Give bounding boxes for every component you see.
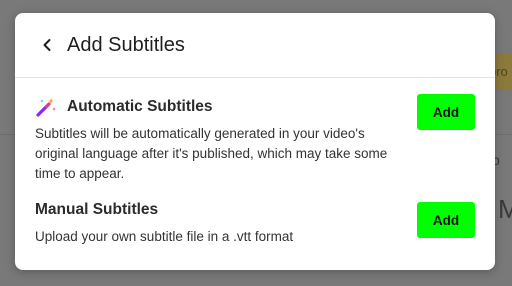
automatic-subtitles-title: Automatic Subtitles — [67, 98, 213, 115]
add-subtitles-dialog: Add Subtitles Automatic Subtitles Subtit… — [15, 13, 495, 270]
dialog-header: Add Subtitles — [15, 13, 495, 78]
automatic-subtitles-description: Subtitles will be automatically generate… — [35, 126, 388, 181]
manual-subtitles-description: Upload your own subtitle file in a .vtt … — [35, 229, 294, 244]
automatic-subtitles-section: Automatic Subtitles Subtitles will be au… — [35, 94, 475, 184]
add-automatic-subtitles-button[interactable]: Add — [417, 94, 475, 130]
magic-wand-icon — [36, 98, 56, 117]
chevron-left-icon — [43, 39, 51, 51]
back-button[interactable] — [37, 35, 57, 55]
manual-subtitles-section: Manual Subtitles Upload your own subtitl… — [35, 201, 475, 247]
add-manual-subtitles-button[interactable]: Add — [417, 202, 475, 238]
background-heading-fragment: M — [498, 194, 512, 224]
manual-subtitles-title: Manual Subtitles — [35, 201, 159, 218]
dialog-title: Add Subtitles — [67, 33, 185, 56]
